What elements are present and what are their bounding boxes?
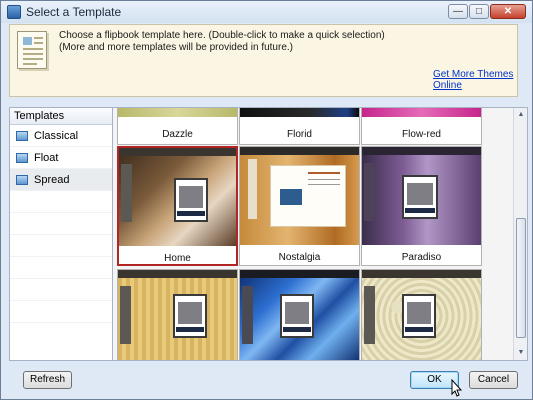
list-spacer — [10, 235, 112, 257]
float-template-icon — [16, 152, 28, 163]
category-item-classical[interactable]: Classical — [10, 125, 112, 147]
list-spacer — [10, 213, 112, 235]
template-name: Home — [164, 253, 191, 264]
template-thumbnail — [362, 108, 481, 117]
template-thumbnail — [240, 270, 359, 360]
category-label: Classical — [34, 129, 79, 142]
template-grid-scrollbar[interactable]: ▲ ▼ — [513, 108, 527, 360]
template-paradiso[interactable]: Paradiso — [361, 146, 482, 266]
get-more-themes-link[interactable]: Get More Themes Online — [433, 69, 517, 91]
list-spacer — [10, 191, 112, 213]
category-item-spread[interactable]: Spread — [10, 169, 112, 191]
window-title: Select a Template — [26, 5, 122, 19]
spread-template-icon — [16, 174, 28, 185]
template-name: Flow-red — [402, 129, 441, 140]
scroll-down-arrow-icon[interactable]: ▼ — [514, 346, 528, 360]
category-label: Spread — [34, 173, 70, 186]
list-spacer — [10, 279, 112, 301]
template-name: Nostalgia — [278, 252, 321, 263]
template-name: Florid — [286, 129, 312, 140]
window-controls: — □ ✕ — [448, 4, 526, 19]
template-tile-9[interactable] — [361, 269, 482, 360]
template-dazzle[interactable]: Dazzle — [117, 108, 238, 145]
minimize-button[interactable]: — — [448, 4, 468, 19]
template-thumbnail — [240, 108, 359, 117]
template-name: Paradiso — [401, 252, 442, 263]
mouse-cursor-icon — [451, 379, 463, 397]
refresh-button[interactable]: Refresh — [23, 371, 72, 389]
template-nostalgia[interactable]: Nostalgia — [239, 146, 360, 266]
template-thumbnail — [362, 147, 481, 245]
template-grid: Dazzle Florid Flow-red Home Nostalgia Pa… — [112, 107, 528, 361]
close-button[interactable]: ✕ — [490, 4, 526, 19]
template-thumbnail — [362, 270, 481, 360]
template-florid[interactable]: Florid — [239, 108, 360, 145]
category-item-float[interactable]: Float — [10, 147, 112, 169]
list-spacer — [10, 301, 112, 323]
list-spacer — [10, 257, 112, 279]
header-line-2: (More and more templates will be provide… — [59, 42, 293, 53]
title-bar: Select a Template — □ ✕ — [1, 1, 532, 23]
template-tile-8[interactable] — [239, 269, 360, 360]
header-line-1: Choose a flipbook template here. (Double… — [59, 30, 385, 41]
template-flow-red[interactable]: Flow-red — [361, 108, 482, 145]
maximize-button[interactable]: □ — [469, 4, 489, 19]
template-thumbnail — [118, 270, 237, 360]
template-tile-7[interactable] — [117, 269, 238, 360]
info-header: Choose a flipbook template here. (Double… — [9, 24, 518, 97]
template-category-list: Templates Classical Float Spread — [9, 107, 113, 361]
cancel-button[interactable]: Cancel — [469, 371, 518, 389]
header-text: Choose a flipbook template here. (Double… — [59, 30, 385, 54]
templates-list-header: Templates — [10, 108, 112, 125]
scrollbar-thumb[interactable] — [516, 218, 526, 338]
template-name: Dazzle — [162, 129, 193, 140]
template-thumbnail — [240, 147, 359, 245]
category-label: Float — [34, 151, 59, 164]
template-document-icon — [17, 31, 47, 69]
classical-template-icon — [16, 130, 28, 141]
template-thumbnail — [118, 108, 237, 117]
scroll-up-arrow-icon[interactable]: ▲ — [514, 108, 528, 122]
template-thumbnail — [119, 148, 236, 246]
app-icon — [7, 5, 21, 19]
select-template-dialog: Select a Template — □ ✕ Choose a flipboo… — [0, 0, 533, 400]
template-home[interactable]: Home — [117, 146, 238, 266]
